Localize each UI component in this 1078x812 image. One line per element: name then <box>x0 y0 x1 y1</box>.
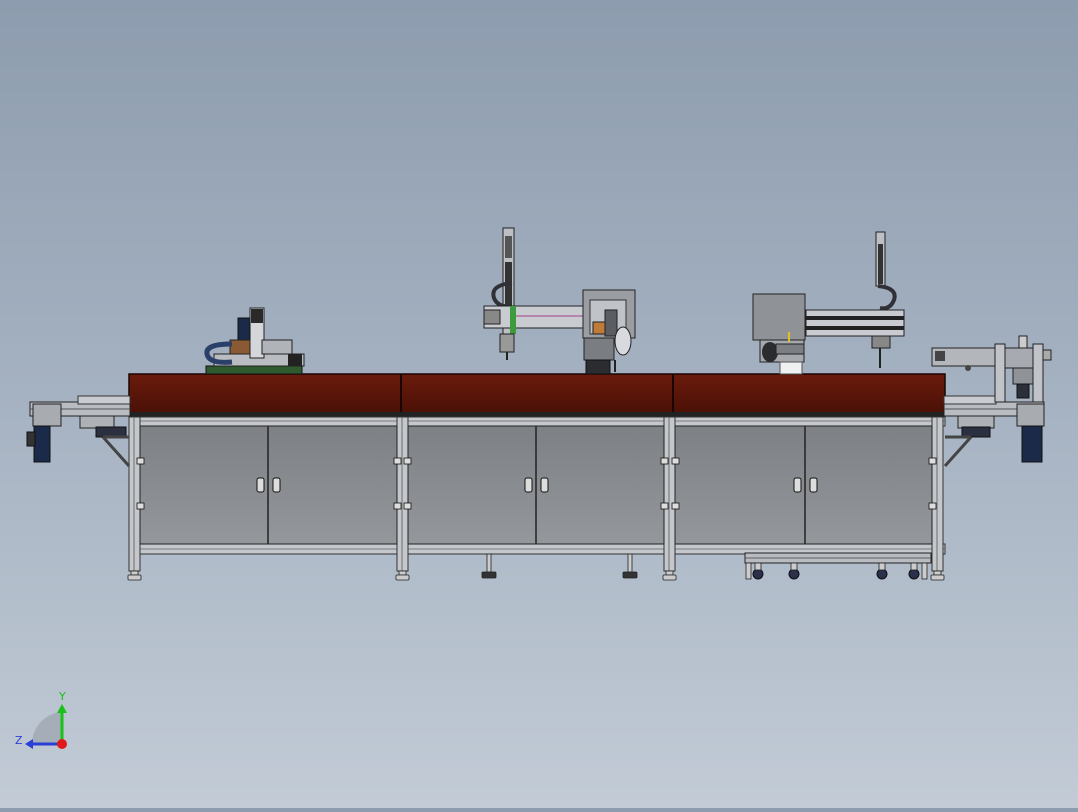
assembly-drawing: Y Z <box>15 227 1052 749</box>
motor <box>1021 425 1043 463</box>
station-1-pick-and-place <box>204 307 305 375</box>
station-3-gantry <box>752 231 905 375</box>
cabinet-middle <box>407 425 665 545</box>
cad-viewport[interactable]: Y Z <box>0 0 1078 808</box>
coordinate-triad: Y Z <box>15 690 67 749</box>
motor <box>33 425 51 463</box>
y-axis-label: Y <box>58 690 66 703</box>
cabinet-left <box>139 425 398 545</box>
door-handle <box>524 477 533 493</box>
door-handle <box>540 477 549 493</box>
z-axis-label: Z <box>15 734 23 747</box>
worktop <box>128 373 946 415</box>
x-axis-dot <box>57 739 67 749</box>
loader-tower <box>931 335 1052 403</box>
cabinet-right <box>674 425 933 545</box>
left-conveyor <box>26 395 131 468</box>
door-handle <box>809 477 818 493</box>
machine-frame <box>127 373 946 581</box>
right-conveyor <box>931 335 1052 468</box>
door-handle <box>793 477 802 493</box>
door-handle <box>272 477 281 493</box>
station-2-gantry <box>483 227 636 375</box>
process-head <box>752 293 806 341</box>
x-beam <box>805 309 905 337</box>
caster-cart <box>744 552 932 580</box>
door-handle <box>256 477 265 493</box>
cable-chain <box>877 284 897 311</box>
